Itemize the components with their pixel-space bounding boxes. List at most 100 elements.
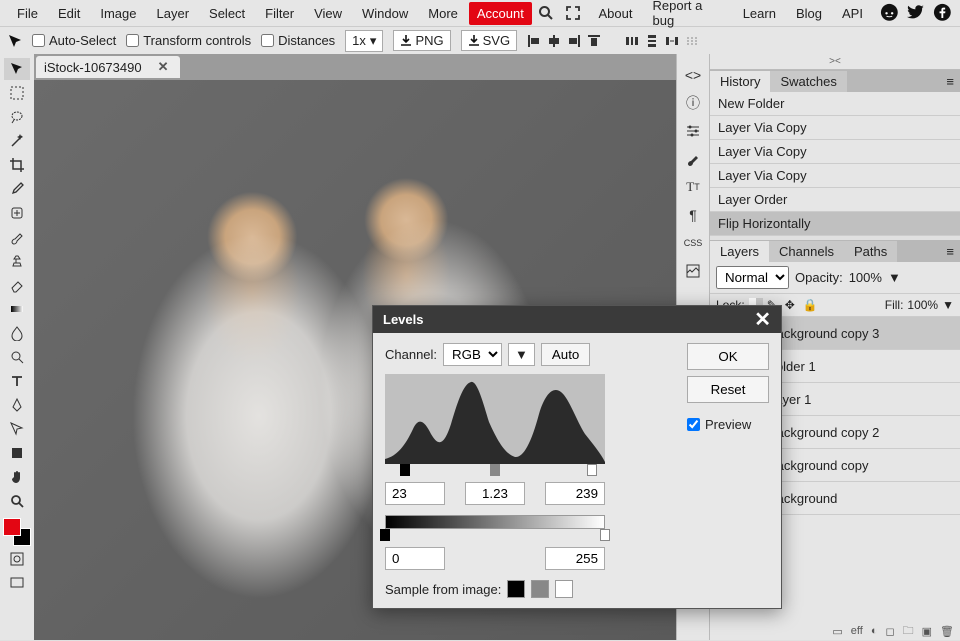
output-levels-slider[interactable] [385, 531, 605, 541]
status-new-icon[interactable]: ▣ [922, 625, 932, 638]
slider-gamma-handle[interactable] [490, 464, 500, 476]
output-white-handle[interactable] [600, 529, 610, 541]
distribute-v-icon[interactable] [645, 34, 659, 48]
dodge-tool[interactable] [4, 346, 30, 368]
dialog-titlebar[interactable]: Levels ✕ [373, 306, 781, 333]
export-svg-button[interactable]: SVG [461, 30, 517, 51]
slider-white-handle[interactable] [587, 464, 597, 476]
tab-history[interactable]: History [710, 71, 770, 92]
blend-mode-select[interactable]: Normal [716, 266, 789, 289]
preview-checkbox[interactable]: Preview [687, 417, 769, 432]
document-tab[interactable]: iStock-10673490 ✕ [36, 56, 180, 78]
distribute-spacing-icon[interactable] [665, 34, 679, 48]
eyedropper-tool[interactable] [4, 178, 30, 200]
quickmask-icon[interactable] [4, 548, 30, 570]
menu-layer[interactable]: Layer [148, 2, 199, 25]
tab-layers[interactable]: Layers [710, 241, 769, 262]
panel-icon-character[interactable]: TT [682, 176, 704, 198]
menu-file[interactable]: File [8, 2, 47, 25]
marquee-tool[interactable] [4, 82, 30, 104]
menu-filter[interactable]: Filter [256, 2, 303, 25]
menu-account[interactable]: Account [469, 2, 532, 25]
ok-button[interactable]: OK [687, 343, 769, 370]
auto-select-checkbox[interactable]: Auto-Select [32, 33, 116, 48]
menu-more[interactable]: More [419, 2, 467, 25]
status-mask-icon[interactable]: ◻ [885, 625, 894, 638]
transform-controls-checkbox[interactable]: Transform controls [126, 33, 251, 48]
export-scale-select[interactable]: 1x ▾ [345, 30, 383, 52]
status-folder-icon[interactable]: 🗀 [903, 622, 914, 641]
lasso-tool[interactable] [4, 106, 30, 128]
search-icon[interactable] [538, 4, 555, 22]
brush-tool[interactable] [4, 226, 30, 248]
fullscreen-icon[interactable] [565, 4, 582, 22]
panel-icon-brush[interactable] [682, 148, 704, 170]
status-contrast-icon[interactable]: ◐ [871, 625, 878, 637]
align-center-h-icon[interactable] [547, 34, 561, 48]
menu-about[interactable]: About [590, 2, 642, 25]
menu-view[interactable]: View [305, 2, 351, 25]
tab-swatches[interactable]: Swatches [770, 71, 846, 92]
distribute-more-icon[interactable] [685, 34, 699, 48]
history-item[interactable]: Layer Via Copy [710, 116, 960, 140]
reddit-icon[interactable] [880, 3, 899, 23]
sample-white-icon[interactable] [555, 580, 573, 598]
color-swatch[interactable] [3, 518, 31, 546]
gradient-tool[interactable] [4, 298, 30, 320]
distances-checkbox[interactable]: Distances [261, 33, 335, 48]
tab-channels[interactable]: Channels [769, 241, 844, 262]
healing-tool[interactable] [4, 202, 30, 224]
panel-icon-paragraph[interactable]: ¶ [682, 204, 704, 226]
lock-all-icon[interactable]: 🔒 [803, 298, 817, 312]
blur-tool[interactable] [4, 322, 30, 344]
panel-icon-css[interactable]: CSS [682, 232, 704, 254]
shape-tool[interactable] [4, 442, 30, 464]
close-dialog-icon[interactable]: ✕ [754, 313, 771, 327]
history-item[interactable]: Layer Via Copy [710, 140, 960, 164]
facebook-icon[interactable] [933, 3, 952, 23]
auto-button[interactable]: Auto [541, 343, 590, 366]
history-item[interactable]: Layer Order [710, 188, 960, 212]
output-black-handle[interactable] [380, 529, 390, 541]
reset-button[interactable]: Reset [687, 376, 769, 403]
tab-paths[interactable]: Paths [844, 241, 897, 262]
pen-tool[interactable] [4, 394, 30, 416]
fill-dropdown-icon[interactable]: ▼ [942, 298, 954, 312]
panel-icon-adjust[interactable] [682, 120, 704, 142]
input-white-field[interactable] [545, 482, 605, 505]
type-tool[interactable] [4, 370, 30, 392]
panel-collapse-arrow[interactable]: >< [710, 54, 960, 70]
opacity-value[interactable]: 100% [849, 270, 882, 285]
input-gamma-field[interactable] [465, 482, 525, 505]
sample-black-icon[interactable] [507, 580, 525, 598]
history-item[interactable]: Layer Via Copy [710, 164, 960, 188]
menu-select[interactable]: Select [200, 2, 254, 25]
align-left-icon[interactable] [527, 34, 541, 48]
zoom-tool[interactable] [4, 490, 30, 512]
align-right-icon[interactable] [567, 34, 581, 48]
panel-icon-thumb[interactable] [682, 260, 704, 282]
distribute-h-icon[interactable] [625, 34, 639, 48]
sample-gray-icon[interactable] [531, 580, 549, 598]
input-black-field[interactable] [385, 482, 445, 505]
menu-window[interactable]: Window [353, 2, 417, 25]
menu-learn[interactable]: Learn [734, 2, 785, 25]
channel-preset-dropdown[interactable]: ▼ [508, 343, 535, 366]
crop-tool[interactable] [4, 154, 30, 176]
history-item[interactable]: New Folder [710, 92, 960, 116]
fill-value[interactable]: 100% [907, 298, 938, 312]
input-levels-slider[interactable] [385, 466, 605, 476]
screenmode-icon[interactable] [4, 572, 30, 594]
panel-icon-code[interactable]: <> [682, 64, 704, 86]
close-tab-icon[interactable]: ✕ [154, 59, 173, 75]
magic-wand-tool[interactable] [4, 130, 30, 152]
eraser-tool[interactable] [4, 274, 30, 296]
menu-report-bug[interactable]: Report a bug [643, 0, 731, 32]
path-select-tool[interactable] [4, 418, 30, 440]
export-png-button[interactable]: PNG [393, 30, 450, 51]
hand-tool[interactable] [4, 466, 30, 488]
slider-black-handle[interactable] [400, 464, 410, 476]
menu-image[interactable]: Image [91, 2, 145, 25]
lock-position-icon[interactable]: ✥ [785, 298, 799, 312]
layers-panel-menu-icon[interactable]: ≡ [940, 244, 960, 259]
